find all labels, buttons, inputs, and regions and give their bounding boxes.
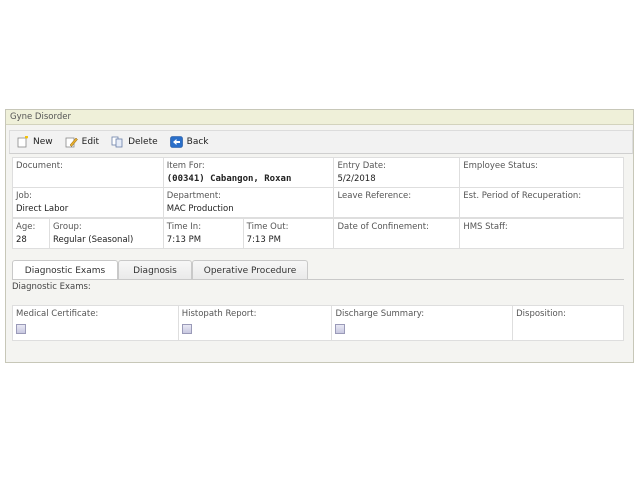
- new-document-icon: [17, 136, 28, 148]
- disposition-label: Disposition:: [516, 309, 566, 319]
- item-for-cell: Item For: (00341) Cabangon, Roxan: [162, 157, 335, 188]
- medical-certificate-cell: Medical Certificate:: [12, 305, 179, 341]
- age-value: 28: [16, 235, 27, 245]
- time-out-label: Time Out:: [246, 222, 289, 232]
- medical-certificate-label: Medical Certificate:: [16, 309, 99, 319]
- age-label: Age:: [16, 222, 36, 232]
- job-label: Job:: [16, 191, 32, 201]
- employee-status-label: Employee Status:: [463, 161, 538, 171]
- tab-divider: [12, 279, 624, 280]
- job-cell: Job: Direct Labor: [12, 187, 164, 218]
- department-cell: Department: MAC Production: [162, 187, 335, 218]
- edit-pencil-icon: [65, 137, 78, 148]
- department-label: Department:: [166, 191, 222, 201]
- time-out-value: 7:13 PM: [246, 235, 281, 245]
- panel-title: Gyne Disorder: [6, 110, 633, 125]
- delete-label: Delete: [128, 137, 158, 147]
- tab-diagnostic-exams-label: Diagnostic Exams: [24, 266, 106, 276]
- est-period-cell: Est. Period of Recuperation:: [459, 187, 624, 218]
- tab-diagnostic-exams[interactable]: Diagnostic Exams: [12, 260, 118, 280]
- est-period-label: Est. Period of Recuperation:: [463, 191, 582, 201]
- job-value: Direct Labor: [16, 204, 69, 214]
- document-label: Document:: [16, 161, 63, 171]
- time-out-cell: Time Out: 7:13 PM: [242, 218, 335, 249]
- back-button[interactable]: Back: [169, 136, 209, 148]
- time-in-value: 7:13 PM: [166, 235, 202, 245]
- toolbar: New Edit Delete Back: [9, 130, 633, 154]
- histopath-cell: Histopath Report:: [177, 305, 333, 341]
- group-label: Group:: [52, 222, 82, 232]
- item-for-label: Item For:: [166, 161, 205, 171]
- tab-operative-procedure-label: Operative Procedure: [203, 266, 297, 276]
- time-in-label: Time In:: [166, 222, 202, 232]
- group-value: Regular (Seasonal): [52, 235, 134, 245]
- time-in-cell: Time In: 7:13 PM: [162, 218, 244, 249]
- diagnostic-exams-grid: Medical Certificate: Histopath Report: D…: [12, 305, 624, 341]
- edit-label: Edit: [81, 137, 100, 147]
- disposition-cell: Disposition:: [512, 305, 624, 341]
- delete-copy-icon: [111, 136, 123, 148]
- leave-reference-label: Leave Reference:: [337, 191, 412, 201]
- back-label: Back: [186, 137, 209, 147]
- department-value: MAC Production: [166, 204, 234, 214]
- entry-date-cell: Entry Date: 5/2/2018: [333, 157, 461, 188]
- discharge-checkbox[interactable]: [335, 324, 346, 334]
- item-for-value: (00341) Cabangon, Roxan: [166, 174, 292, 184]
- new-button[interactable]: New: [16, 136, 53, 148]
- new-label: New: [33, 137, 53, 147]
- time-info-grid: Age: 28 Group: Regular (Seasonal) Time I…: [12, 218, 624, 249]
- discharge-cell: Discharge Summary:: [331, 305, 514, 341]
- back-arrow-icon: [169, 136, 183, 148]
- tab-strip: Diagnostic Exams Diagnosis Operative Pro…: [12, 260, 624, 280]
- employee-info-grid: Document: Item For: (00341) Cabangon, Ro…: [12, 157, 624, 218]
- histopath-checkbox[interactable]: [181, 324, 192, 334]
- date-confinement-label: Date of Confinement:: [337, 222, 429, 232]
- leave-reference-cell: Leave Reference:: [333, 187, 461, 218]
- document-cell: Document:: [12, 157, 164, 188]
- edit-button[interactable]: Edit: [65, 136, 99, 148]
- hms-staff-cell: HMS Staff:: [459, 218, 624, 249]
- delete-button[interactable]: Delete: [111, 136, 158, 148]
- entry-date-value: 5/2/2018: [337, 174, 376, 184]
- diagnostic-exams-heading: Diagnostic Exams:: [12, 282, 91, 292]
- hms-staff-label: HMS Staff:: [463, 222, 508, 232]
- employee-status-cell: Employee Status:: [459, 157, 624, 188]
- tab-operative-procedure[interactable]: Operative Procedure: [192, 260, 308, 280]
- entry-date-label: Entry Date:: [337, 161, 386, 171]
- tab-diagnosis-label: Diagnosis: [133, 266, 177, 276]
- discharge-label: Discharge Summary:: [335, 309, 425, 319]
- medical-certificate-checkbox[interactable]: [16, 324, 26, 334]
- histopath-label: Histopath Report:: [181, 309, 257, 319]
- group-cell: Group: Regular (Seasonal): [48, 218, 164, 249]
- tab-diagnosis[interactable]: Diagnosis: [118, 260, 192, 280]
- age-cell: Age: 28: [12, 218, 50, 249]
- date-confinement-cell: Date of Confinement:: [333, 218, 461, 249]
